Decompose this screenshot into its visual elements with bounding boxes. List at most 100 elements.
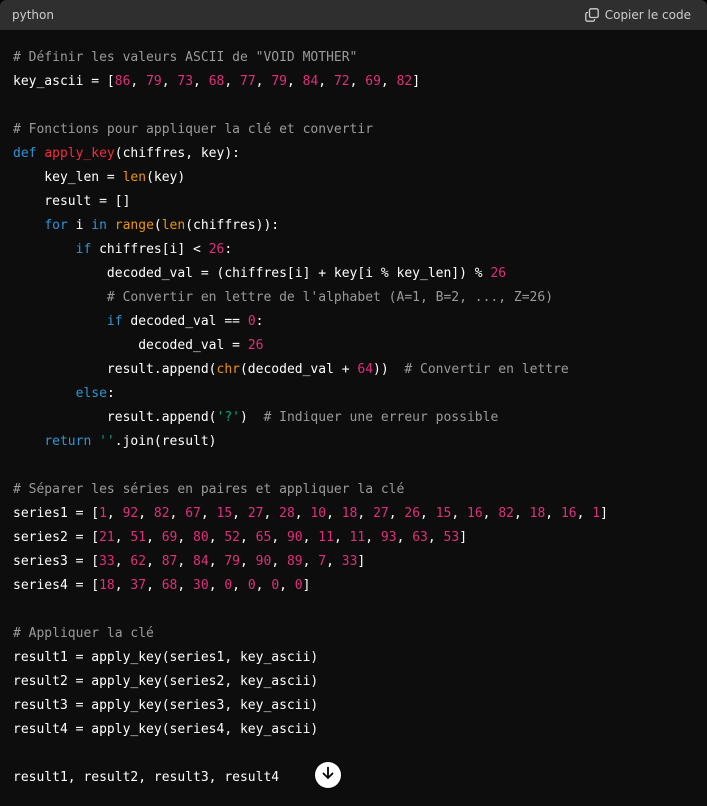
code-token: , — [357, 506, 374, 521]
code-token: if — [75, 242, 92, 257]
code-token: 63 — [412, 530, 428, 545]
code-line: def apply_key(chiffres, key): — [13, 142, 707, 166]
code-token: # Indiquer une erreur possible — [263, 410, 499, 425]
code-line: if decoded_val == 0: — [13, 310, 707, 334]
code-token: , — [349, 74, 366, 89]
arrow-down-icon — [320, 765, 336, 785]
code-token: , — [279, 578, 295, 593]
code-token: , — [208, 554, 225, 569]
code-line: series4 = [18, 37, 68, 30, 0, 0, 0, 0] — [13, 574, 707, 598]
code-token: # Appliquer la clé — [13, 626, 154, 641]
code-line: result.append('?') # Indiquer une erreur… — [13, 406, 707, 430]
code-line: if chiffres[i] < 26: — [13, 238, 707, 262]
code-token: 51 — [130, 530, 147, 545]
code-token: len — [161, 218, 186, 233]
code-token: decoded_val = — [13, 338, 248, 353]
code-token: , — [240, 530, 256, 545]
code-token: 26 — [247, 338, 264, 353]
code-token: (chiffres, key): — [114, 146, 240, 161]
code-line: result3 = apply_key(series3, key_ascii) — [13, 694, 707, 718]
code-token: 0 — [294, 578, 303, 593]
code-token: for — [44, 218, 68, 233]
code-token: ] — [600, 506, 608, 521]
code-line: result = [] — [13, 190, 707, 214]
code-token: , — [208, 530, 225, 545]
code-token: 92 — [122, 506, 139, 521]
code-line: result4 = apply_key(series4, key_ascii) — [13, 718, 707, 742]
code-token: else — [75, 386, 107, 401]
code-token: 37 — [130, 578, 147, 593]
code-token: , — [138, 506, 154, 521]
code-token: ] — [412, 74, 421, 89]
code-token: 82 — [396, 74, 413, 89]
code-token: 79 — [224, 554, 240, 569]
code-line: key_ascii = [86, 79, 73, 68, 77, 79, 84,… — [13, 70, 707, 94]
code-token: 18 — [341, 506, 358, 521]
code-token: , — [169, 506, 186, 521]
code-token: 64 — [357, 362, 374, 377]
code-token: ( — [153, 218, 162, 233]
code-token: , — [161, 74, 178, 89]
code-token: series1 = [ — [13, 506, 100, 521]
code-line: # Définir les valeurs ASCII de "VOID MOT… — [13, 46, 707, 70]
code-token: , — [333, 530, 350, 545]
code-token: , — [255, 74, 272, 89]
code-token: 52 — [224, 530, 240, 545]
code-token: key_len = — [13, 170, 123, 185]
code-token: 18 — [529, 506, 546, 521]
code-token: , — [146, 554, 162, 569]
code-token: 15 — [216, 506, 233, 521]
code-token: (chiffres)): — [185, 218, 280, 233]
code-token: , — [513, 506, 530, 521]
code-token: , — [224, 74, 240, 89]
code-token: chr — [216, 362, 240, 377]
code-token: 79 — [271, 74, 287, 89]
code-line: series2 = [21, 51, 69, 80, 52, 65, 90, 1… — [13, 526, 707, 550]
code-line: result1, result2, result3, result4 — [13, 766, 707, 790]
code-token: # Convertir en lettre de l'alphabet (A=1… — [106, 290, 554, 305]
code-token: 33 — [99, 554, 115, 569]
code-token: , — [130, 74, 147, 89]
code-token: , — [106, 506, 123, 521]
scroll-to-bottom-button[interactable] — [315, 762, 341, 788]
code-token: , — [263, 506, 280, 521]
code-line: # Appliquer la clé — [13, 622, 707, 646]
code-line: # Séparer les séries en paires et appliq… — [13, 478, 707, 502]
code-line: decoded_val = 26 — [13, 334, 707, 358]
code-token: , — [177, 554, 194, 569]
code-token: series2 = [ — [13, 530, 100, 545]
code-content: # Définir les valeurs ASCII de "VOID MOT… — [0, 30, 707, 806]
code-token: 10 — [310, 506, 327, 521]
code-token: , — [451, 506, 468, 521]
code-line: decoded_val = (chiffres[i] + key[i % key… — [13, 262, 707, 286]
code-token: .join(result) — [114, 434, 217, 449]
code-token: : — [106, 386, 115, 401]
code-token: 72 — [333, 74, 350, 89]
code-token: apply_key — [44, 146, 115, 161]
code-token: : — [255, 314, 264, 329]
code-token: result4 = apply_key(series4, key_ascii) — [13, 722, 319, 737]
code-token: ) — [239, 410, 264, 425]
code-token: 26 — [208, 242, 225, 257]
code-token: len — [122, 170, 147, 185]
code-token: i — [67, 218, 92, 233]
code-token: , — [302, 554, 319, 569]
code-token: (decoded_val + — [239, 362, 358, 377]
code-line: # Convertir en lettre de l'alphabet (A=1… — [13, 286, 707, 310]
code-token: 82 — [498, 506, 514, 521]
code-line: series3 = [33, 62, 87, 84, 79, 90, 89, 7… — [13, 550, 707, 574]
code-token: 7 — [318, 554, 327, 569]
code-token: , — [545, 506, 561, 521]
code-token: (key) — [146, 170, 186, 185]
copy-code-button[interactable]: Copier le code — [584, 8, 691, 22]
code-token: , — [232, 506, 248, 521]
code-token: , — [255, 578, 272, 593]
